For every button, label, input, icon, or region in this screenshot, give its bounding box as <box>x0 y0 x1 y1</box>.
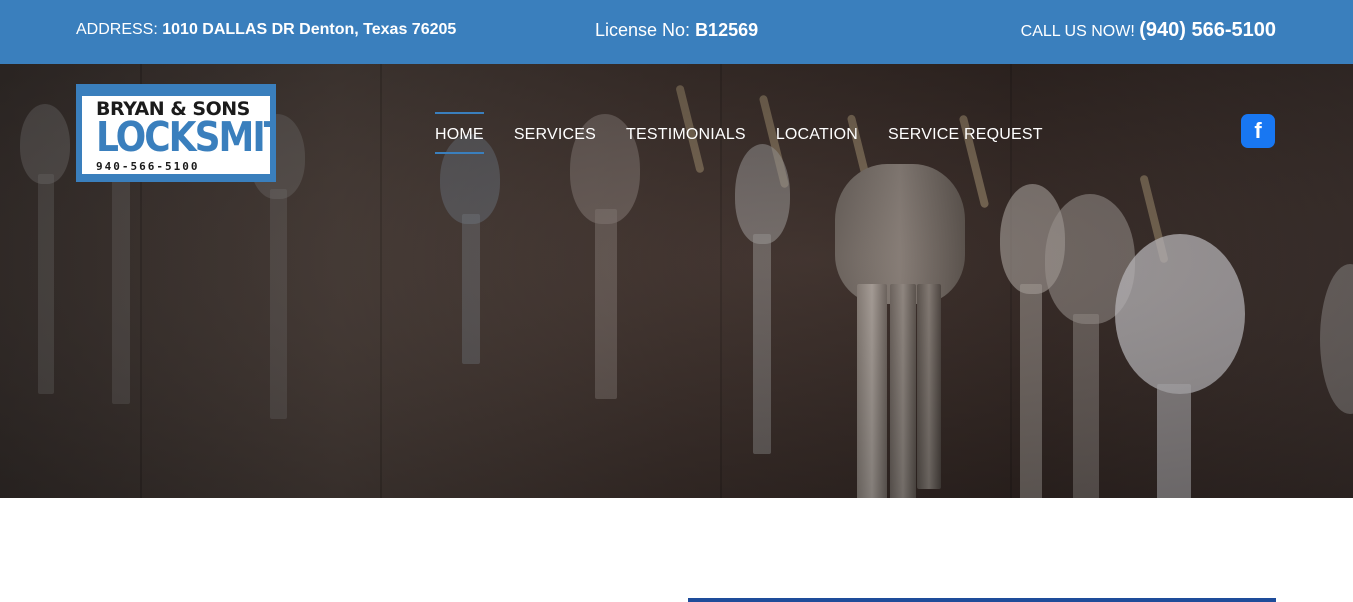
nav-location[interactable]: LOCATION <box>776 112 858 154</box>
phone-link[interactable]: (940) 566-5100 <box>1139 19 1276 41</box>
key-icon: ⚷ <box>160 86 167 95</box>
logo-phone: 940-566-5100 <box>96 160 200 173</box>
logo-brand: LOCKSMITH <box>96 114 270 162</box>
garage-icon: ▭ <box>116 86 125 95</box>
license-value: B12569 <box>695 20 759 40</box>
nav-services[interactable]: SERVICES <box>514 112 596 154</box>
address-value: 1010 DALLAS DR Denton, Texas 76205 <box>162 21 457 38</box>
car-icon: ◒ <box>132 86 138 95</box>
address-label: ADDRESS: <box>76 21 163 38</box>
logo-icons: ⌂ ▭ ◒ ▣ ⚷ <box>104 86 167 95</box>
license-label: License No: <box>595 20 696 40</box>
nav-service-request[interactable]: SERVICE REQUEST <box>888 112 1043 154</box>
top-info-bar: ADDRESS: 1010 DALLAS DR Denton, Texas 76… <box>0 0 1353 64</box>
content-divider <box>688 598 1276 602</box>
logo[interactable]: ⌂ ▭ ◒ ▣ ⚷ BRYAN & SONS LOCKSMITH 940-566… <box>76 84 276 182</box>
license: License No: B12569 <box>595 20 758 41</box>
facebook-icon[interactable]: f <box>1241 114 1275 148</box>
call-label: CALL US NOW! <box>1020 23 1140 40</box>
address: ADDRESS: 1010 DALLAS DR Denton, Texas 76… <box>76 21 456 39</box>
safe-icon: ▣ <box>145 86 153 95</box>
nav-home[interactable]: HOME <box>435 112 484 154</box>
main-nav: HOME SERVICES TESTIMONIALS LOCATION SERV… <box>435 112 1043 154</box>
home-icon: ⌂ <box>104 86 109 95</box>
nav-testimonials[interactable]: TESTIMONIALS <box>626 112 746 154</box>
call-us: CALL US NOW! (940) 566-5100 <box>1021 19 1276 42</box>
